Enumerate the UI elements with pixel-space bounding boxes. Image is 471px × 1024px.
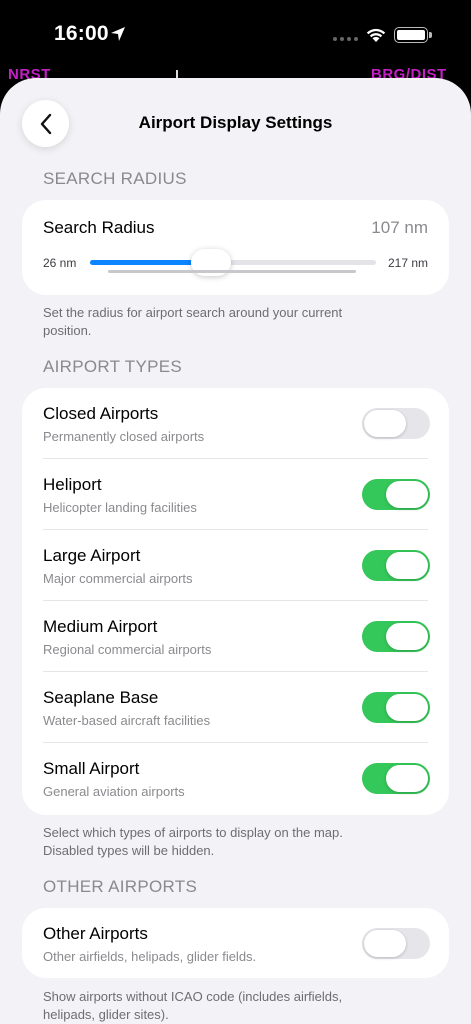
location-arrow-icon — [111, 27, 125, 41]
closed-airports-toggle[interactable] — [362, 408, 430, 439]
row-title: Seaplane Base — [43, 688, 159, 707]
row-subtitle: Other airfields, helipads, glider fields… — [43, 949, 257, 964]
row-subtitle: Major commercial airports — [43, 571, 193, 586]
airport-type-row-heliport[interactable]: Heliport Helicopter landing facilities — [22, 459, 449, 530]
row-title: Heliport — [43, 475, 102, 494]
toggle-knob — [386, 481, 428, 508]
medium-airport-toggle[interactable] — [362, 621, 430, 652]
toggle-knob — [364, 930, 406, 957]
airport-types-header: AIRPORT TYPES — [43, 357, 183, 376]
row-subtitle: Regional commercial airports — [43, 642, 212, 657]
row-title: Small Airport — [43, 759, 140, 778]
airport-type-row-closed-airports[interactable]: Closed Airports Permanently closed airpor… — [22, 388, 449, 459]
row-subtitle: General aviation airports — [43, 784, 185, 799]
other-airports-footer: Show airports without ICAO code (include… — [43, 989, 343, 1022]
seaplane-base-toggle[interactable] — [362, 692, 430, 723]
large-airport-toggle[interactable] — [362, 550, 430, 581]
toggle-knob — [364, 410, 406, 437]
toggle-knob — [386, 765, 428, 792]
airport-type-row-seaplane-base[interactable]: Seaplane Base Water-based aircraft facili… — [22, 672, 449, 743]
row-subtitle: Permanently closed airports — [43, 429, 205, 444]
settings-sheet: Airport Display Settings SEARCH RADIUS S… — [0, 78, 471, 1024]
airport-type-row-small-airport[interactable]: Small Airport General aviation airports — [22, 743, 449, 814]
airport-types-footer: Select which types of airports to displa… — [43, 825, 343, 858]
row-title: Other Airports — [43, 924, 148, 943]
airport-type-row-large-airport[interactable]: Large Airport Major commercial airports — [22, 530, 449, 601]
row-title: Closed Airports — [43, 404, 159, 423]
toggle-knob — [386, 623, 428, 650]
wifi-icon — [366, 28, 386, 42]
page-title: Airport Display Settings — [138, 113, 333, 132]
search-radius-slider[interactable] — [90, 249, 376, 276]
toggle-knob — [386, 694, 428, 721]
slider-min-label: 26 nm — [43, 256, 77, 270]
other-airports-row[interactable]: Other Airports Other airfields, helipads… — [22, 908, 449, 979]
status-bar: 16:00 NRST BRG/DIST — [0, 0, 471, 83]
other-airports-header: OTHER AIRPORTS — [43, 877, 198, 896]
row-subtitle: Helicopter landing facilities — [43, 500, 197, 515]
status-time: 16:00 — [54, 22, 109, 45]
search-radius-value: 107 nm — [371, 218, 428, 237]
search-radius-header: SEARCH RADIUS — [43, 169, 187, 188]
row-subtitle: Water-based aircraft facilities — [43, 713, 211, 728]
airport-type-row-medium-airport[interactable]: Medium Airport Regional commercial airpor… — [22, 601, 449, 672]
row-title: Medium Airport — [43, 617, 158, 636]
other-airports-toggle[interactable] — [362, 928, 430, 959]
row-title: Large Airport — [43, 546, 141, 565]
slider-underline — [108, 270, 356, 273]
small-airport-toggle[interactable] — [362, 763, 430, 794]
battery-icon — [394, 27, 432, 43]
other-airports-card: Other Airports Other airfields, helipads… — [22, 908, 449, 978]
airport-types-card: Closed Airports Permanently closed airpor… — [22, 388, 449, 815]
slider-max-label: 217 nm — [387, 256, 428, 270]
search-radius-card: Search Radius 107 nm 26 nm 217 nm — [22, 200, 449, 295]
heliport-toggle[interactable] — [362, 479, 430, 510]
cellular-signal-icon — [333, 37, 358, 41]
search-radius-footer: Set the radius for airport search around… — [43, 305, 343, 338]
search-radius-label: Search Radius — [43, 218, 155, 237]
toggle-knob — [386, 552, 428, 579]
